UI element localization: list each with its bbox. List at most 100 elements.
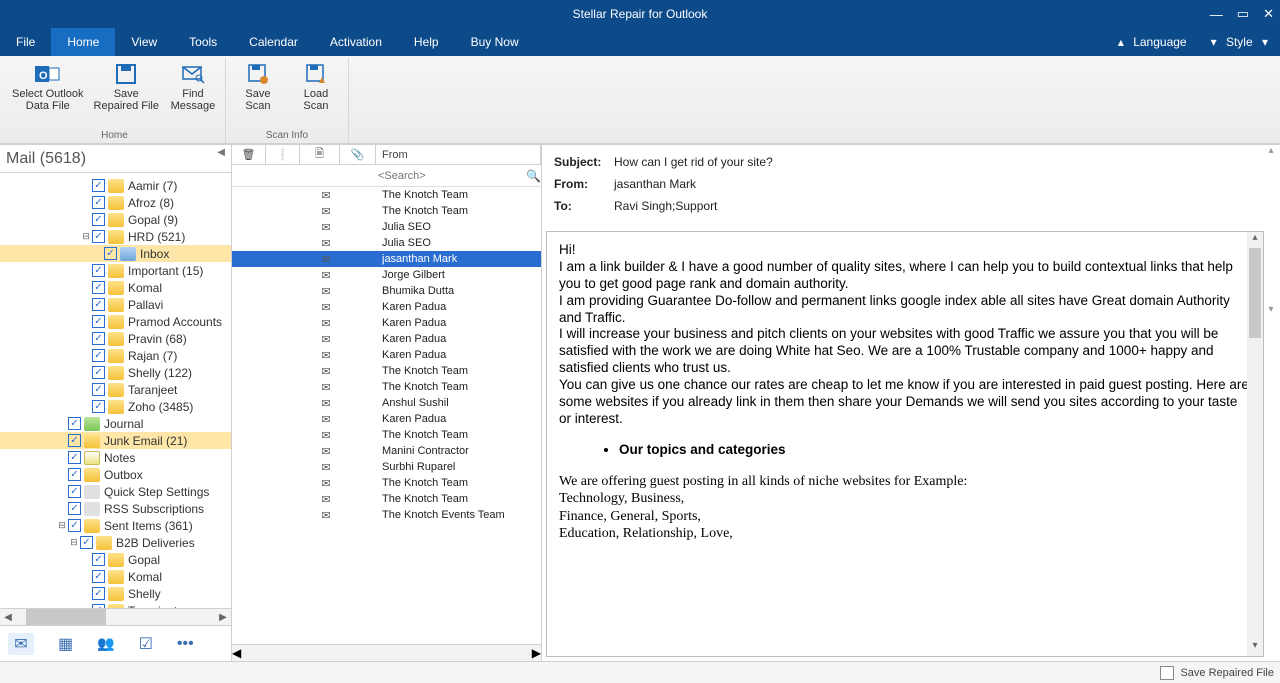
select-outlook-data-file-button[interactable]: O Select Outlook Data File (8, 60, 88, 114)
minimize-button[interactable]: ― (1210, 7, 1223, 22)
message-row[interactable]: ✉The Knotch Team (232, 475, 541, 491)
save-scan-icon (244, 62, 272, 86)
tree-item[interactable]: ✓Shelly (0, 585, 231, 602)
envelope-icon: ✉ (306, 221, 346, 234)
tree-item[interactable]: ✓Pravin (68) (0, 330, 231, 347)
style-menu[interactable]: ▾ Style ▾ (1205, 35, 1274, 49)
tree-item[interactable]: ✓Gopal (9) (0, 211, 231, 228)
message-row[interactable]: ✉jasanthan Mark (232, 251, 541, 267)
message-row[interactable]: ✉Julia SEO (232, 219, 541, 235)
tree-item[interactable]: ⊟✓B2B Deliveries (0, 534, 231, 551)
message-row[interactable]: ✉The Knotch Team (232, 203, 541, 219)
language-menu[interactable]: ▴ Language (1112, 35, 1199, 49)
tab-tools[interactable]: Tools (173, 28, 233, 56)
col-importance-icon[interactable]: ❕ (266, 145, 300, 164)
outlook-file-icon: O (34, 62, 62, 86)
message-row[interactable]: ✉The Knotch Team (232, 187, 541, 203)
save-repaired-file-button[interactable]: Save Repaired File (90, 60, 163, 114)
mail-nav-icon[interactable]: ✉ (8, 633, 34, 655)
save-scan-button[interactable]: Save Scan (230, 60, 286, 114)
mail-header: Mail (5618) ◀ (0, 145, 231, 173)
tree-item[interactable]: ✓Important (15) (0, 262, 231, 279)
tree-item[interactable]: ⊟✓Sent Items (361) (0, 517, 231, 534)
message-row[interactable]: ✉The Knotch Team (232, 379, 541, 395)
folder-tree[interactable]: ✓Aamir (7)✓Afroz (8)✓Gopal (9)⊟✓HRD (521… (0, 173, 231, 608)
preview-to: Ravi Singh;Support (614, 199, 717, 213)
message-row[interactable]: ✉The Knotch Team (232, 427, 541, 443)
load-scan-button[interactable]: Load Scan (288, 60, 344, 114)
message-row[interactable]: ✉Karen Padua (232, 315, 541, 331)
envelope-icon: ✉ (306, 509, 346, 522)
folder-hscroll[interactable]: ◀▶ (0, 608, 231, 625)
tree-item[interactable]: ✓Komal (0, 279, 231, 296)
tab-activation[interactable]: Activation (314, 28, 398, 56)
col-delete-icon[interactable]: 🗑 (232, 145, 266, 164)
maximize-button[interactable]: ▭ (1237, 6, 1249, 22)
status-save-label[interactable]: Save Repaired File (1180, 667, 1274, 679)
message-row[interactable]: ✉Julia SEO (232, 235, 541, 251)
message-row[interactable]: ✉The Knotch Team (232, 491, 541, 507)
envelope-icon: ✉ (306, 493, 346, 506)
message-row[interactable]: ✉Karen Padua (232, 299, 541, 315)
col-attachment-icon[interactable]: 📎 (340, 145, 376, 164)
tree-item[interactable]: ✓Junk Email (21) (0, 432, 231, 449)
tab-home[interactable]: Home (51, 28, 115, 56)
message-row[interactable]: ✉The Knotch Events Team (232, 507, 541, 523)
tree-item[interactable]: ✓Notes (0, 449, 231, 466)
message-row[interactable]: ✉Karen Padua (232, 347, 541, 363)
preview-vscroll[interactable]: ▴▾ (1247, 232, 1263, 656)
message-row[interactable]: ✉Surbhi Ruparel (232, 459, 541, 475)
envelope-icon: ✉ (306, 301, 346, 314)
message-row[interactable]: ✉Karen Padua (232, 331, 541, 347)
message-row[interactable]: ✉Jorge Gilbert (232, 267, 541, 283)
people-nav-icon[interactable]: 👥 (97, 635, 114, 652)
tab-view[interactable]: View (115, 28, 173, 56)
tree-item[interactable]: ✓Zoho (3485) (0, 398, 231, 415)
tasks-nav-icon[interactable]: ☑ (139, 634, 153, 654)
col-from[interactable]: From (376, 145, 541, 164)
tree-item[interactable]: ✓Aamir (7) (0, 177, 231, 194)
tree-item[interactable]: ✓Taranjeet (0, 602, 231, 608)
preview-header: Subject:How can I get rid of your site? … (542, 145, 1280, 227)
message-row[interactable]: ✉Karen Padua (232, 411, 541, 427)
save-status-icon[interactable] (1160, 666, 1174, 680)
tree-item[interactable]: ✓Komal (0, 568, 231, 585)
tree-item[interactable]: ✓Pallavi (0, 296, 231, 313)
tab-calendar[interactable]: Calendar (233, 28, 314, 56)
message-row[interactable]: ✉Bhumika Dutta (232, 283, 541, 299)
envelope-icon: ✉ (306, 349, 346, 362)
search-input[interactable] (372, 170, 526, 182)
more-nav-icon[interactable]: ••• (177, 635, 194, 653)
ribbon: O Select Outlook Data File Save Repaired… (0, 56, 1280, 144)
search-icon[interactable]: 🔍 (526, 169, 541, 183)
tree-item[interactable]: ✓Quick Step Settings (0, 483, 231, 500)
tree-item[interactable]: ✓Rajan (7) (0, 347, 231, 364)
header-vscroll[interactable]: ▴▾ (1264, 145, 1278, 315)
message-hscroll[interactable]: ◀▶ (232, 644, 541, 661)
tree-item[interactable]: ✓Journal (0, 415, 231, 432)
message-list[interactable]: ✉The Knotch Team✉The Knotch Team✉Julia S… (232, 187, 541, 644)
message-row[interactable]: ✉Anshul Sushil (232, 395, 541, 411)
message-row[interactable]: ✉The Knotch Team (232, 363, 541, 379)
tab-help[interactable]: Help (398, 28, 455, 56)
tree-item[interactable]: ✓Taranjeet (0, 381, 231, 398)
tree-item[interactable]: ✓Pramod Accounts (0, 313, 231, 330)
tree-item[interactable]: ✓Inbox (0, 245, 231, 262)
find-message-button[interactable]: Find Message (165, 60, 221, 114)
message-row[interactable]: ✉Manini Contractor (232, 443, 541, 459)
close-button[interactable]: ✕ (1263, 6, 1274, 22)
tree-item[interactable]: ✓Outbox (0, 466, 231, 483)
tab-file[interactable]: File (0, 28, 51, 56)
tree-item[interactable]: ✓Shelly (122) (0, 364, 231, 381)
tree-item[interactable]: ✓RSS Subscriptions (0, 500, 231, 517)
tree-item[interactable]: ⊟✓HRD (521) (0, 228, 231, 245)
tree-item[interactable]: ✓Afroz (8) (0, 194, 231, 211)
collapse-pane-button[interactable]: ◀ (217, 147, 225, 158)
tab-buynow[interactable]: Buy Now (455, 28, 535, 56)
envelope-icon: ✉ (306, 429, 346, 442)
envelope-icon: ✉ (306, 397, 346, 410)
message-list-header: 🗑 ❕ 🗎 📎 From (232, 145, 541, 165)
col-type-icon[interactable]: 🗎 (300, 145, 340, 164)
tree-item[interactable]: ✓Gopal (0, 551, 231, 568)
calendar-nav-icon[interactable]: ▦ (58, 634, 73, 654)
